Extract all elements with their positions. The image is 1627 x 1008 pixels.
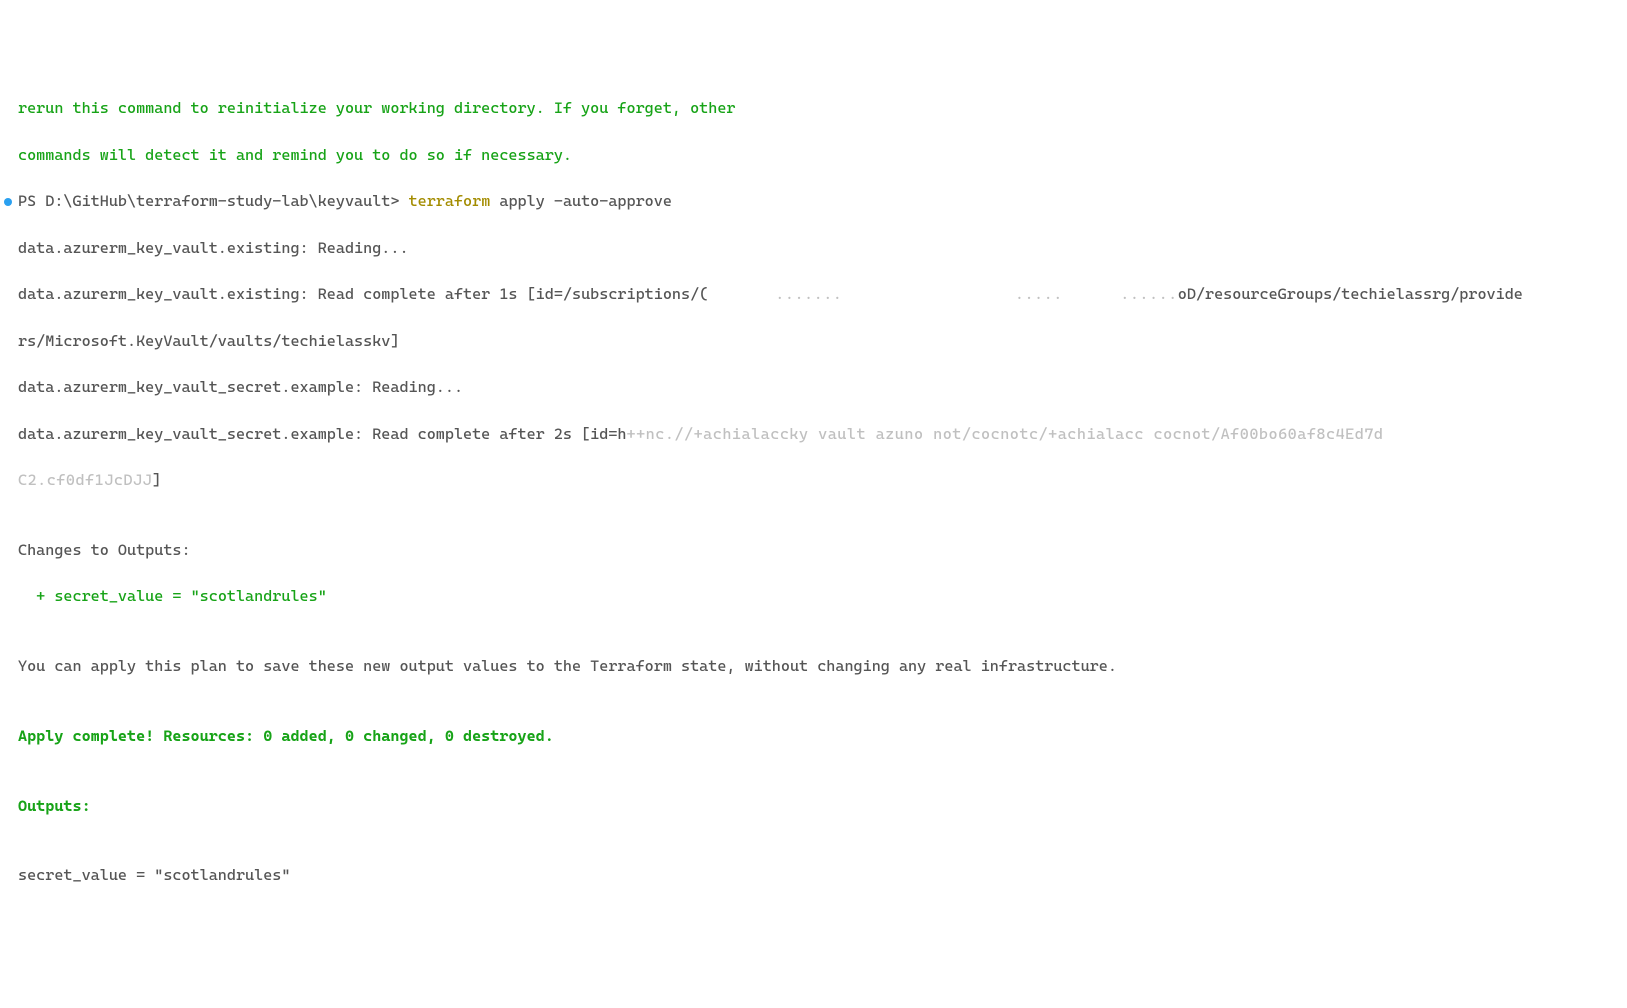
command-name: terraform xyxy=(409,192,491,210)
output-line: rs/Microsoft.KeyVault/vaults/techielassk… xyxy=(18,330,1609,353)
prompt-ps: PS xyxy=(18,192,45,210)
redacted-text: ....... ..... ...... xyxy=(708,285,1178,303)
output-line: C2.cf0df1JcDJJ] xyxy=(18,469,1609,492)
secret-output-line: secret_value = "scotlandrules" xyxy=(18,864,1609,887)
apply-complete-line: Apply complete! Resources: 0 added, 0 ch… xyxy=(18,725,1609,748)
prompt-path: D:\GitHub\terraform-study-lab\keyvault> xyxy=(45,192,408,210)
output-text: data.azurerm_key_vault.existing: Read co… xyxy=(18,285,708,303)
prompt-line[interactable]: PS D:\GitHub\terraform-study-lab\keyvaul… xyxy=(18,190,1609,213)
terraform-init-hint-line2: commands will detect it and remind you t… xyxy=(18,144,1609,167)
terraform-init-hint-line1: rerun this command to reinitialize your … xyxy=(18,97,1609,120)
output-line: data.azurerm_key_vault.existing: Read co… xyxy=(18,283,1609,306)
output-text: data.azurerm_key_vault_secret.example: R… xyxy=(18,425,627,443)
outputs-header: Outputs: xyxy=(18,795,1609,818)
output-text: ] xyxy=(152,471,161,489)
output-line: data.azurerm_key_vault.existing: Reading… xyxy=(18,237,1609,260)
redacted-text: C2.cf0df1JcDJJ xyxy=(18,471,152,489)
changes-header: Changes to Outputs: xyxy=(18,539,1609,562)
changes-output-line: + secret_value = "scotlandrules" xyxy=(18,585,1609,608)
output-line: data.azurerm_key_vault_secret.example: R… xyxy=(18,423,1609,446)
output-line: data.azurerm_key_vault_secret.example: R… xyxy=(18,376,1609,399)
prompt-bullet-icon xyxy=(4,198,12,206)
redacted-text: ++nc.//+achialaccky vault azuno not/cocn… xyxy=(627,425,1384,443)
output-text: oD/resourceGroups/techielassrg/provide xyxy=(1178,285,1523,303)
command-args: apply -auto-approve xyxy=(490,192,672,210)
plan-message: You can apply this plan to save these ne… xyxy=(18,655,1609,678)
